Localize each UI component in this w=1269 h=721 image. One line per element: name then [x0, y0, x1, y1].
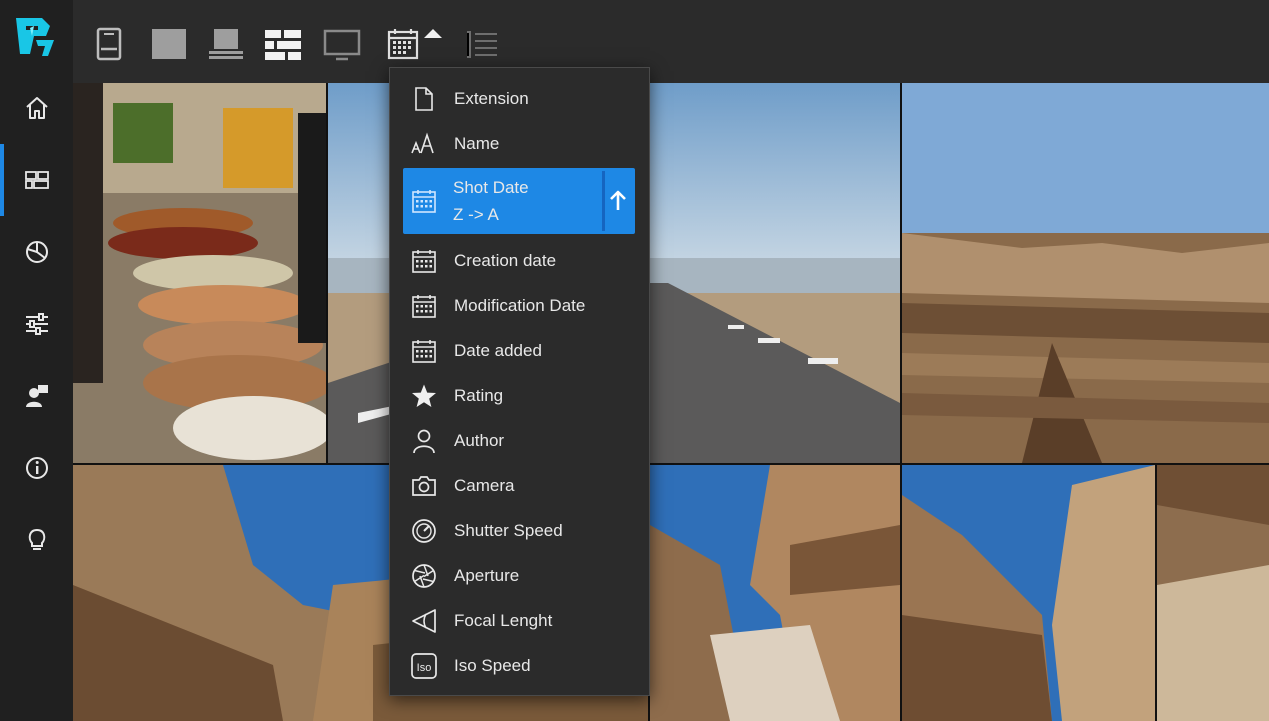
sort-option-label: Author — [454, 430, 505, 450]
home-icon — [25, 97, 48, 119]
sidebar-item-gallery[interactable] — [0, 144, 73, 216]
sidebar — [0, 0, 73, 721]
sort-option-camera[interactable]: Camera — [390, 463, 649, 508]
chart-icon — [25, 241, 48, 263]
sort-option-label: Extension — [454, 88, 529, 108]
photo-thumbnail-canyon-1[interactable] — [902, 83, 1269, 463]
lightbulb-icon — [28, 528, 45, 550]
grid-view-icon — [265, 30, 301, 60]
sidebar-item-tips[interactable] — [0, 504, 73, 576]
star-icon — [411, 383, 437, 409]
iso-icon: Iso — [411, 652, 437, 679]
canyon-photo — [902, 83, 1269, 463]
camera-icon — [411, 473, 437, 499]
market-photo — [73, 83, 326, 463]
sort-option-shot-date[interactable]: Shot Date Z -> A — [403, 168, 635, 234]
sort-option-extension[interactable]: Extension — [390, 76, 649, 121]
gallery-icon — [24, 171, 49, 189]
list-icon — [467, 31, 497, 58]
sort-option-label: Name — [454, 133, 500, 153]
sort-option-label: Shot Date — [453, 178, 529, 197]
photo-thumbnail-market[interactable] — [73, 83, 326, 463]
monitor-icon — [323, 29, 361, 61]
sort-option-label: Shutter Speed — [454, 520, 563, 540]
file-icon — [411, 86, 437, 112]
sort-option-label: Date added — [454, 340, 542, 360]
calendar-icon — [411, 188, 437, 214]
canyon-photo — [650, 465, 900, 721]
sidebar-item-adjustments[interactable] — [0, 288, 73, 360]
grid-view-button[interactable] — [261, 22, 305, 66]
book-view-button[interactable] — [87, 22, 131, 66]
sort-option-date-added[interactable]: Date added — [390, 328, 649, 373]
sort-option-modification-date[interactable]: Modification Date — [390, 283, 649, 328]
sort-option-label: Iso Speed — [454, 655, 531, 675]
svg-text:Iso: Iso — [417, 662, 432, 674]
calendar-icon — [411, 293, 437, 319]
book-icon — [96, 27, 122, 61]
calendar-sort-icon — [387, 29, 419, 60]
sort-dropdown-caret-icon[interactable] — [424, 29, 442, 38]
sort-option-focal-length[interactable]: Focal Lenght — [390, 598, 649, 643]
sidebar-item-statistics[interactable] — [0, 216, 73, 288]
canyon-photo — [902, 465, 1155, 721]
calendar-icon — [411, 338, 437, 364]
stack-view-button[interactable] — [204, 22, 248, 66]
ascending-arrow-icon[interactable] — [608, 189, 628, 213]
app-logo — [12, 14, 58, 60]
gauge-icon — [411, 518, 437, 544]
sort-divider — [602, 171, 605, 231]
photo-thumbnail-canyon-5[interactable] — [1157, 465, 1269, 721]
single-view-icon — [152, 29, 186, 59]
sort-menu: Extension Name Shot Date Z -> A Creation… — [389, 67, 650, 696]
sort-option-rating[interactable]: Rating — [390, 373, 649, 418]
sort-option-label: Camera — [454, 475, 515, 495]
person-icon — [411, 428, 437, 454]
sort-option-label: Focal Lenght — [454, 610, 553, 630]
sort-option-label: Rating — [454, 385, 504, 405]
photo-thumbnail-canyon-4[interactable] — [902, 465, 1155, 721]
people-icon — [25, 385, 48, 407]
sort-option-author[interactable]: Author — [390, 418, 649, 463]
stack-view-icon — [209, 29, 243, 59]
sort-option-label: Modification Date — [454, 295, 586, 315]
photo-gallery — [73, 83, 1269, 721]
settings-sliders-icon — [25, 313, 48, 335]
sidebar-item-home[interactable] — [0, 72, 73, 144]
info-icon — [25, 457, 48, 479]
sidebar-item-info[interactable] — [0, 432, 73, 504]
sort-option-iso-speed[interactable]: Iso Iso Speed — [390, 643, 649, 688]
sort-direction-label: Z -> A — [453, 205, 499, 224]
sort-option-shutter-speed[interactable]: Shutter Speed — [390, 508, 649, 553]
sort-option-label: Creation date — [454, 250, 557, 270]
single-view-button[interactable] — [147, 22, 191, 66]
toolbar — [73, 0, 1269, 83]
sidebar-item-people[interactable] — [0, 360, 73, 432]
sort-option-creation-date[interactable]: Creation date — [390, 238, 649, 283]
sort-option-label: Aperture — [454, 565, 520, 585]
sort-option-aperture[interactable]: Aperture — [390, 553, 649, 598]
list-view-button[interactable] — [459, 22, 503, 66]
app-window: Extension Name Shot Date Z -> A Creation… — [0, 0, 1269, 721]
aperture-icon — [411, 563, 437, 589]
photo-thumbnail-canyon-3[interactable] — [650, 465, 900, 721]
sort-option-name[interactable]: Name — [390, 121, 649, 166]
focal-icon — [411, 608, 437, 634]
canyon-photo — [1157, 465, 1269, 721]
font-size-icon — [411, 131, 437, 157]
monitor-view-button[interactable] — [320, 22, 364, 66]
calendar-icon — [411, 248, 437, 274]
sort-button[interactable] — [381, 22, 425, 66]
